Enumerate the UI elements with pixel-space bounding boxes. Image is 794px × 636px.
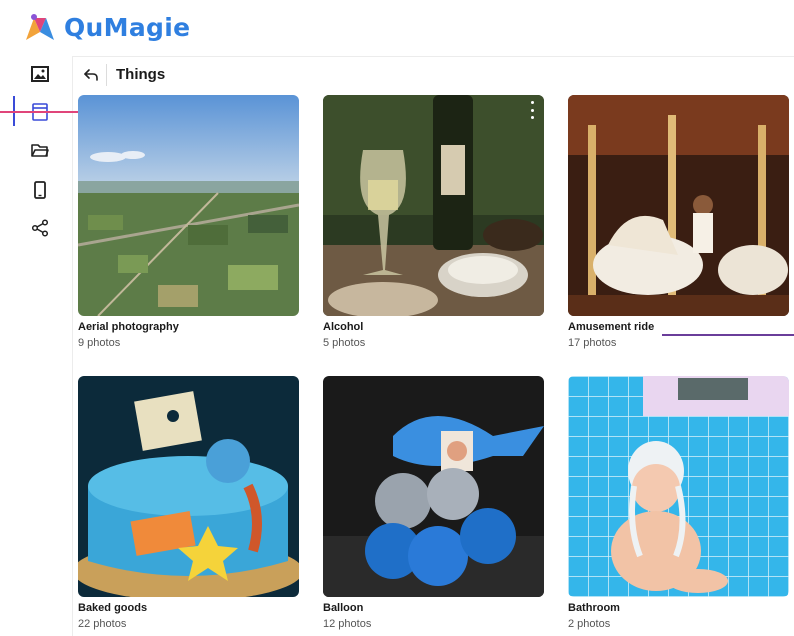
app-logo[interactable]: QuMagie bbox=[24, 12, 190, 42]
qumagie-logo-icon bbox=[26, 14, 54, 40]
album-card-bathroom[interactable]: Bathroom 2 photos bbox=[568, 376, 789, 630]
album-card-baked-goods[interactable]: Baked goods 22 photos bbox=[78, 376, 299, 630]
album-thumbnail[interactable] bbox=[323, 95, 544, 316]
album-photo-count: 12 photos bbox=[323, 618, 372, 630]
top-bar: QuMagie bbox=[0, 0, 794, 57]
phone-icon bbox=[34, 181, 46, 199]
album-thumbnail[interactable] bbox=[323, 376, 544, 597]
sidebar-item-share[interactable] bbox=[26, 214, 54, 242]
album-thumbnail[interactable] bbox=[78, 95, 299, 316]
folder-icon bbox=[31, 144, 49, 157]
album-card-alcohol[interactable]: Alcohol 5 photos bbox=[323, 95, 544, 349]
page-header: Things bbox=[72, 56, 794, 94]
album-title: Bathroom bbox=[568, 602, 620, 614]
album-photo-count: 9 photos bbox=[78, 337, 121, 349]
sidebar-item-folders[interactable] bbox=[26, 136, 54, 164]
highlight-line bbox=[662, 334, 794, 336]
album-photo-count: 17 photos bbox=[568, 337, 617, 349]
sidebar-item-device[interactable] bbox=[26, 176, 54, 204]
page-title: Things bbox=[116, 66, 166, 83]
album-card-amusement-ride[interactable]: Amusement ride 17 photos bbox=[568, 95, 789, 349]
album-photo-count: 22 photos bbox=[78, 618, 127, 630]
album-photo-count: 2 photos bbox=[568, 618, 611, 630]
share-icon bbox=[31, 219, 49, 237]
back-arrow-icon bbox=[84, 69, 98, 81]
sidebar-item-photos[interactable] bbox=[26, 60, 54, 88]
back-button[interactable] bbox=[80, 64, 102, 86]
image-icon bbox=[31, 66, 49, 82]
album-thumbnail[interactable] bbox=[78, 376, 299, 597]
sidebar bbox=[0, 56, 73, 636]
album-photo-count: 5 photos bbox=[323, 337, 366, 349]
album-title: Aerial photography bbox=[78, 321, 179, 333]
album-title: Alcohol bbox=[323, 321, 364, 333]
album-title: Baked goods bbox=[78, 602, 148, 614]
app-name: QuMagie bbox=[64, 12, 191, 42]
more-vertical-icon[interactable] bbox=[526, 101, 538, 119]
album-title: Amusement ride bbox=[568, 321, 655, 333]
album-card-balloon[interactable]: Balloon 12 photos bbox=[323, 376, 544, 630]
album-card-aerial-photography[interactable]: Aerial photography 9 photos bbox=[78, 95, 299, 349]
album-thumbnail[interactable] bbox=[568, 376, 789, 597]
header-divider bbox=[106, 64, 107, 86]
album-thumbnail[interactable] bbox=[568, 95, 789, 316]
album-title: Balloon bbox=[323, 602, 364, 614]
